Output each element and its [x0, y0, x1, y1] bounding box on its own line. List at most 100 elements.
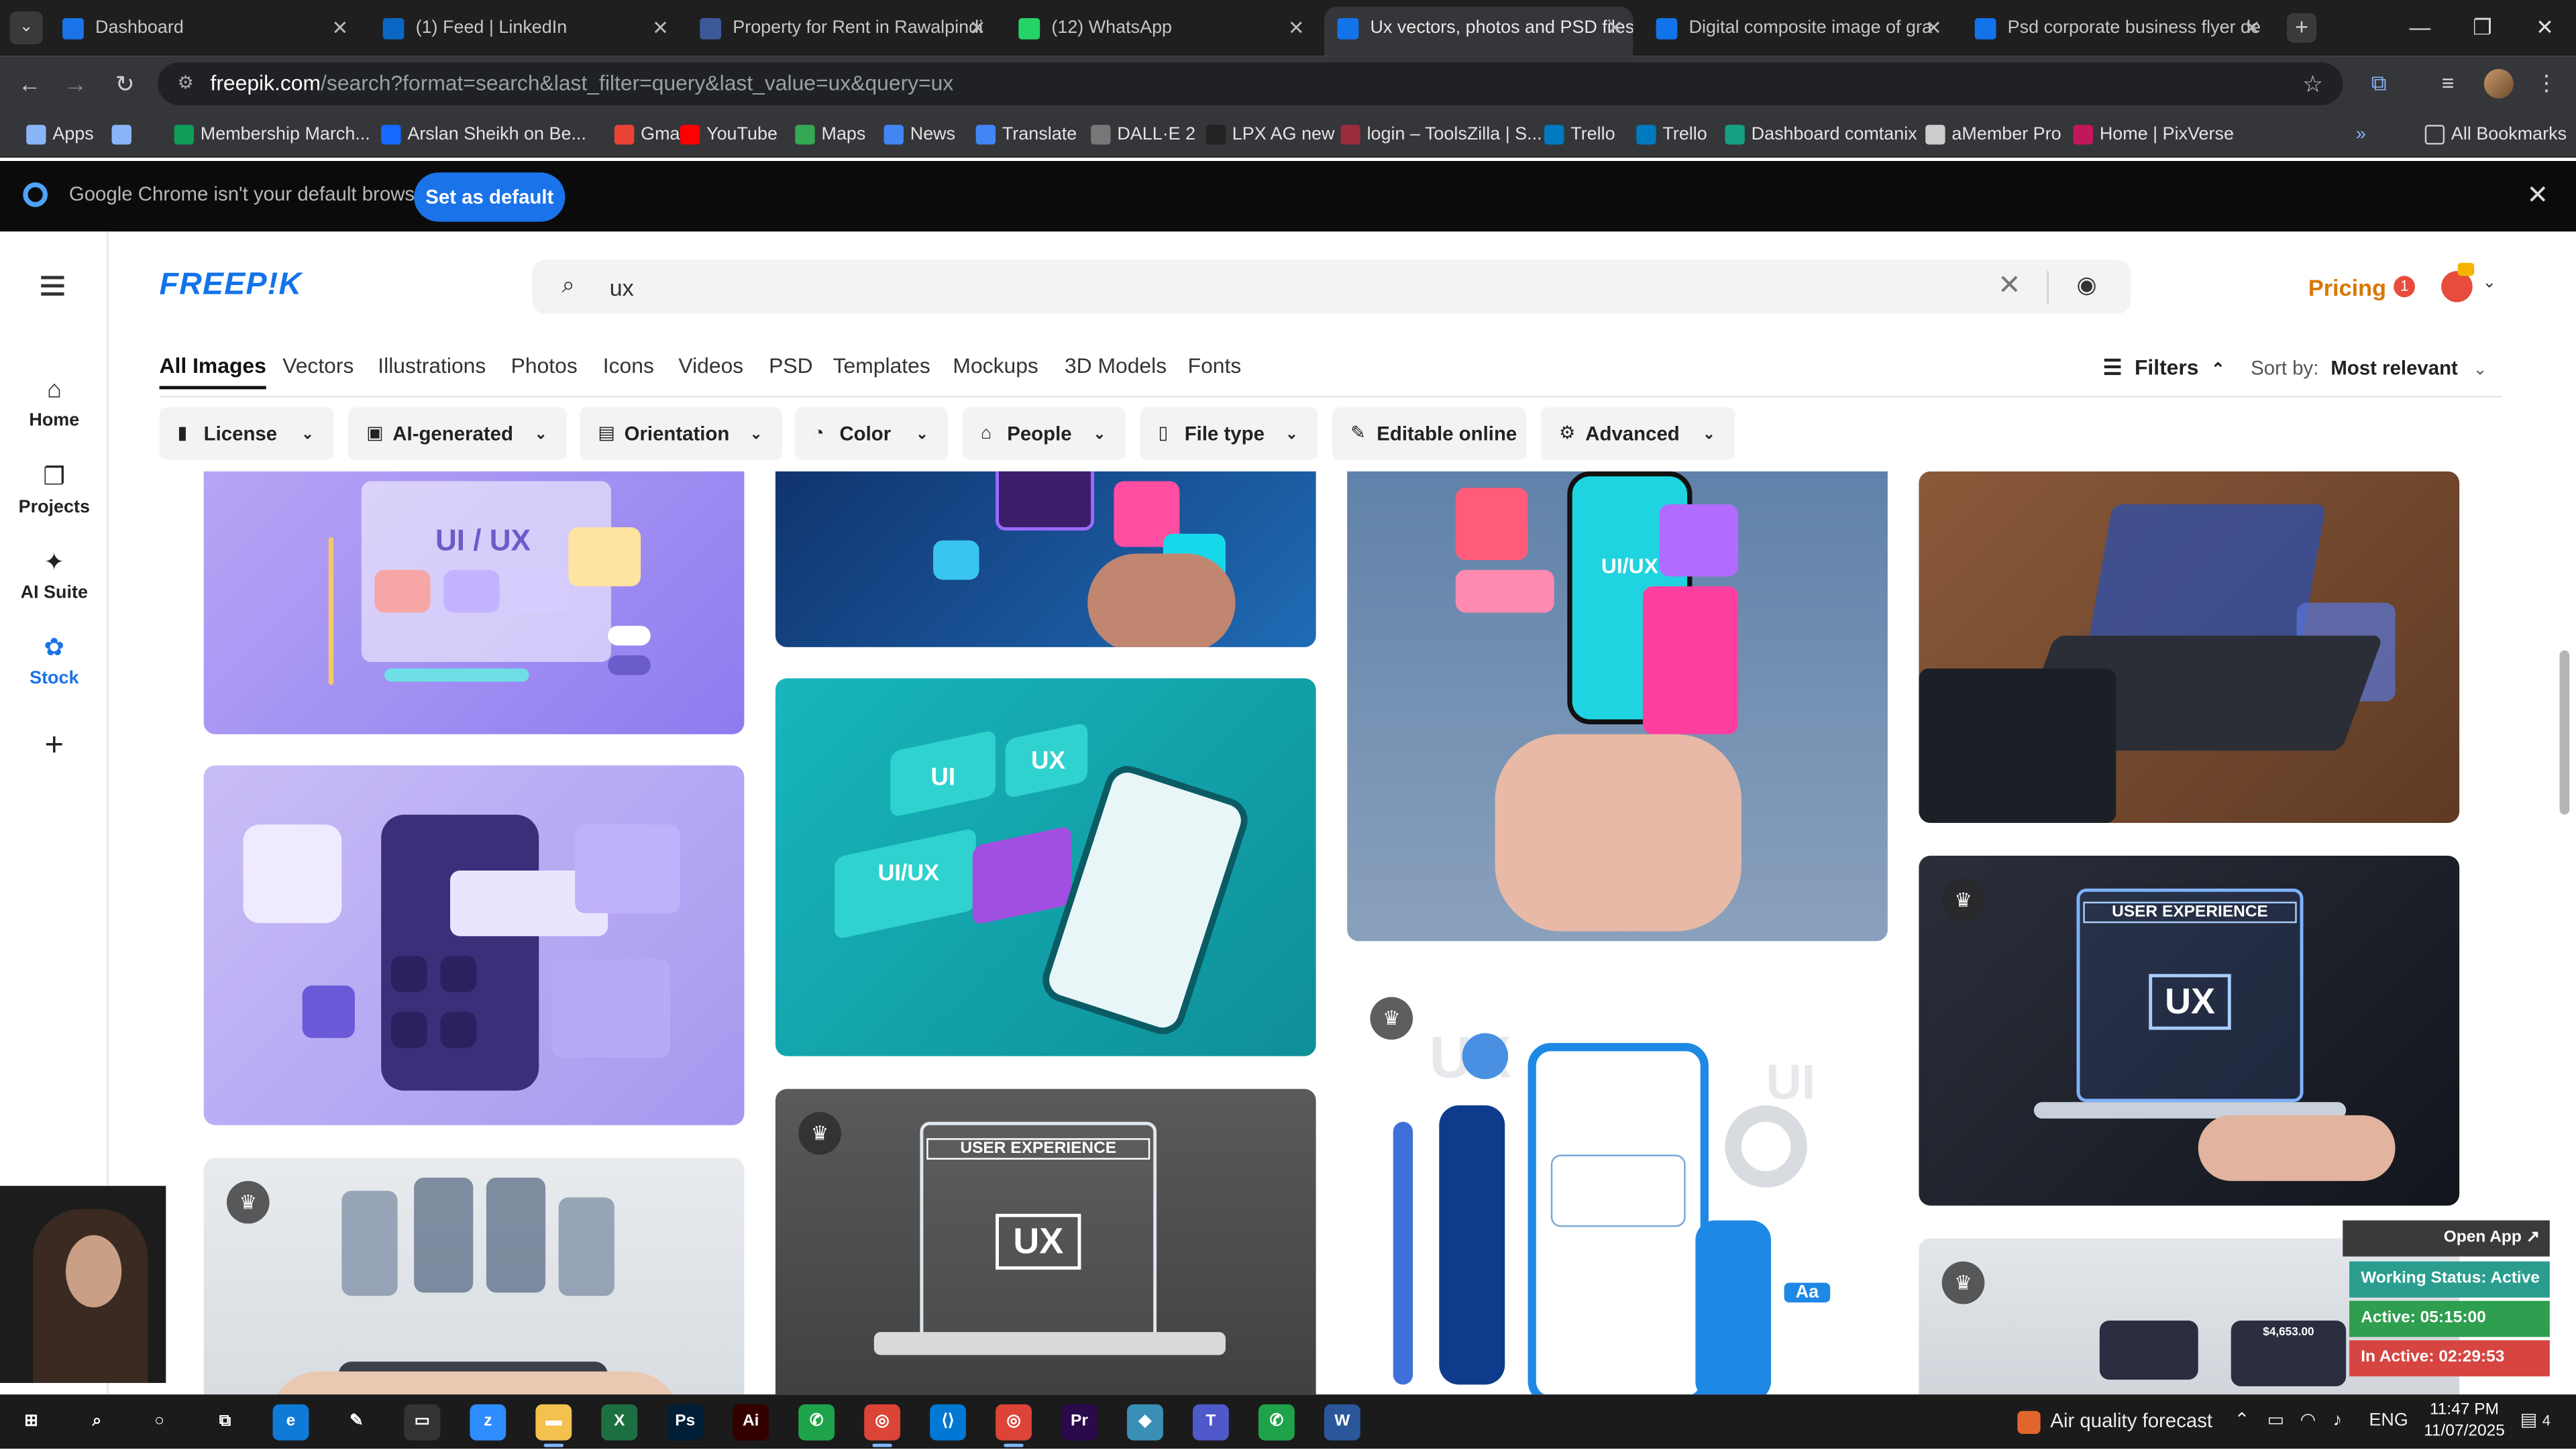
taskbar-start-icon[interactable]: ⊞ — [13, 1404, 50, 1441]
volume-icon[interactable]: ♪ — [2333, 1394, 2342, 1449]
chrome-menu-icon[interactable]: ⋮ — [2530, 67, 2563, 100]
taskbar-word-icon[interactable]: W — [1324, 1404, 1360, 1441]
tab-close-icon[interactable]: ✕ — [652, 7, 669, 50]
tab-7[interactable]: Psd corporate business flyer de ✕ — [1962, 7, 2270, 50]
category-tab[interactable]: Templates — [833, 353, 930, 378]
tab-close-icon[interactable]: ✕ — [1925, 7, 1942, 50]
bookmark-item[interactable]: Home | PixVerse — [2073, 121, 2234, 148]
bookmark-item[interactable]: Arslan Sheikh on Be... — [381, 121, 586, 148]
scrollbar-thumb[interactable] — [2559, 650, 2570, 815]
taskbar-teams-icon[interactable]: T — [1192, 1404, 1229, 1441]
search-input[interactable]: ux — [610, 274, 634, 300]
tab-4[interactable]: (12) WhatsApp ✕ — [1006, 7, 1314, 50]
notification-badge[interactable]: 1 — [2394, 276, 2416, 298]
forward-arrow-icon[interactable]: → — [59, 67, 92, 100]
category-tab[interactable]: Mockups — [953, 353, 1038, 378]
image-tile-hands-phone-ui-ux[interactable]: UI/UX — [1347, 471, 1888, 942]
tab-close-icon[interactable]: ✕ — [1607, 7, 1623, 50]
sort-dropdown[interactable]: Sort by: Most relevant ⌄ — [2251, 356, 2487, 379]
image-tile-hand-phone-icons[interactable] — [775, 471, 1316, 647]
all-bookmarks[interactable]: All Bookmarks — [2424, 121, 2567, 148]
taskbar-app-green-icon[interactable]: ✆ — [798, 1404, 835, 1441]
back-arrow-icon[interactable]: ← — [13, 67, 46, 100]
weather-widget[interactable]: Air quality forecast — [2017, 1394, 2212, 1449]
image-tile-ui-ux-teal-3d[interactable]: UI UX UI/UX — [775, 678, 1316, 1056]
freepik-logo[interactable]: FREEP!K — [160, 268, 303, 304]
reading-list-icon[interactable]: ≡ — [2432, 67, 2465, 100]
filter-chip-editable-online[interactable]: ✎ Editable online — [1332, 407, 1527, 460]
category-tab[interactable]: Fonts — [1188, 353, 1242, 378]
bookmark-item[interactable]: Apps — [26, 121, 94, 148]
filter-chip-file-type[interactable]: ▯ File type ⌄ — [1140, 407, 1318, 460]
taskbar-cortana-icon[interactable]: ○ — [142, 1404, 178, 1441]
image-tile-ui-dashboard-illustration[interactable] — [203, 765, 745, 1125]
category-tab[interactable]: Videos — [678, 353, 743, 378]
clear-search-icon[interactable]: ✕ — [1998, 270, 2021, 302]
set-as-default-button[interactable]: Set as default — [414, 172, 566, 222]
taskbar-app-green2-icon[interactable]: ✆ — [1258, 1404, 1295, 1441]
language-indicator[interactable]: ENG — [2369, 1394, 2408, 1449]
filter-chip-color[interactable]: ◔ Color ⌄ — [795, 407, 949, 460]
taskbar-chrome-active-icon[interactable]: ◎ — [996, 1404, 1032, 1441]
category-tab[interactable]: Photos — [511, 353, 578, 378]
image-tile-user-experience-hand[interactable]: ♛ USER EXPERIENCE UX — [1919, 855, 2460, 1206]
network-icon[interactable]: ▭ — [2267, 1394, 2284, 1449]
taskbar-premiere-icon[interactable]: Pr — [1061, 1404, 1097, 1441]
minimize-button[interactable]: — — [2389, 0, 2451, 56]
tab-3[interactable]: Property for Rent in Rawalpindi ✕ — [687, 7, 996, 50]
image-tile-ui-ux-purple[interactable]: UI / UX — [203, 471, 745, 734]
bookmark-item[interactable]: DALL·E 2 — [1091, 121, 1195, 148]
window-close-button[interactable]: ✕ — [2514, 0, 2576, 56]
tab-close-icon[interactable]: ✕ — [2244, 7, 2261, 50]
reload-icon[interactable]: ↻ — [109, 67, 142, 100]
tray-chevron-icon[interactable]: ⌃ — [2235, 1394, 2250, 1449]
taskbar-task-view-icon[interactable]: ⧉ — [207, 1404, 244, 1441]
bookmark-item[interactable]: Trello — [1636, 121, 1707, 148]
bookmark-item[interactable]: Membership March... — [174, 121, 370, 148]
taskbar-edge-icon[interactable]: e — [272, 1404, 309, 1441]
leftnav-item-home[interactable]: ⌂ Home — [0, 376, 109, 431]
tab-close-icon[interactable]: ✕ — [1288, 7, 1305, 50]
category-tab[interactable]: Illustrations — [378, 353, 486, 378]
taskbar-zoom-icon[interactable]: z — [470, 1404, 506, 1441]
tab-close-icon[interactable]: ✕ — [332, 7, 349, 50]
filters-button[interactable]: ☰ Filters ⌃ — [2103, 355, 2225, 381]
search-bar[interactable]: ⌕ ux ✕ ◉ — [532, 259, 2131, 314]
taskbar-explorer-icon[interactable]: ▬ — [535, 1404, 572, 1441]
camera-search-icon[interactable]: ◉ — [2077, 271, 2097, 299]
filter-chip-ai-generated[interactable]: ▣ AI-generated ⌄ — [348, 407, 567, 460]
more-bookmarks-icon[interactable]: » — [2356, 121, 2366, 148]
bookmark-item[interactable]: News — [883, 121, 955, 148]
image-tile-ux-ui-character-illustration[interactable]: ♛ UX UI Aa — [1347, 974, 1888, 1395]
tab-5[interactable]: Ux vectors, photos and PSD files ✕ — [1324, 6, 1633, 56]
bookmark-item[interactable]: Maps — [795, 121, 865, 148]
bookmark-item[interactable]: Dashboard comtanix — [1725, 121, 1917, 148]
tab-close-icon[interactable]: ✕ — [969, 7, 986, 50]
taskbar-illustrator-icon[interactable]: Ai — [733, 1404, 769, 1441]
tab-2[interactable]: (1) Feed | LinkedIn ✕ — [370, 7, 678, 50]
image-tile-hands-holographic-phone[interactable]: ♛ — [203, 1158, 745, 1395]
category-tab[interactable]: Icons — [603, 353, 654, 378]
user-menu-chevron-icon[interactable]: ⌄ — [2482, 274, 2496, 292]
category-tab[interactable]: 3D Models — [1065, 353, 1167, 378]
taskbar-app-blue-icon[interactable]: ◆ — [1127, 1404, 1163, 1441]
category-tab[interactable]: PSD — [769, 353, 812, 378]
tab-1[interactable]: Dashboard ✕ — [49, 7, 358, 50]
taskbar-photoshop-icon[interactable]: Ps — [667, 1404, 704, 1441]
category-tab[interactable]: Vectors — [282, 353, 354, 378]
bookmark-item[interactable]: login – ToolsZilla | S... — [1340, 121, 1542, 148]
extensions-icon[interactable]: ⧉ — [2363, 67, 2396, 100]
pricing-link[interactable]: Pricing — [2308, 274, 2386, 300]
taskbar-search-icon[interactable]: ⌕ — [79, 1404, 115, 1441]
category-tab[interactable]: All Images — [159, 353, 266, 390]
image-tile-user-experience-tablet[interactable]: ♛ USER EXPERIENCE UX — [775, 1089, 1316, 1395]
taskbar-excel-icon[interactable]: X — [601, 1404, 638, 1441]
infobar-close-icon[interactable]: ✕ — [2527, 179, 2549, 212]
taskbar-vscode-icon[interactable]: ⟨⟩ — [930, 1404, 967, 1441]
notification-center-icon[interactable]: ▤ 4 — [2520, 1394, 2551, 1449]
bookmark-item[interactable] — [111, 121, 138, 148]
chrome-profile-avatar[interactable] — [2483, 68, 2514, 99]
filter-chip-advanced[interactable]: ⚙ Advanced ⌄ — [1541, 407, 1735, 460]
bookmark-item[interactable]: Trello — [1544, 121, 1615, 148]
filter-chip-license[interactable]: ▮ License ⌄ — [159, 407, 334, 460]
